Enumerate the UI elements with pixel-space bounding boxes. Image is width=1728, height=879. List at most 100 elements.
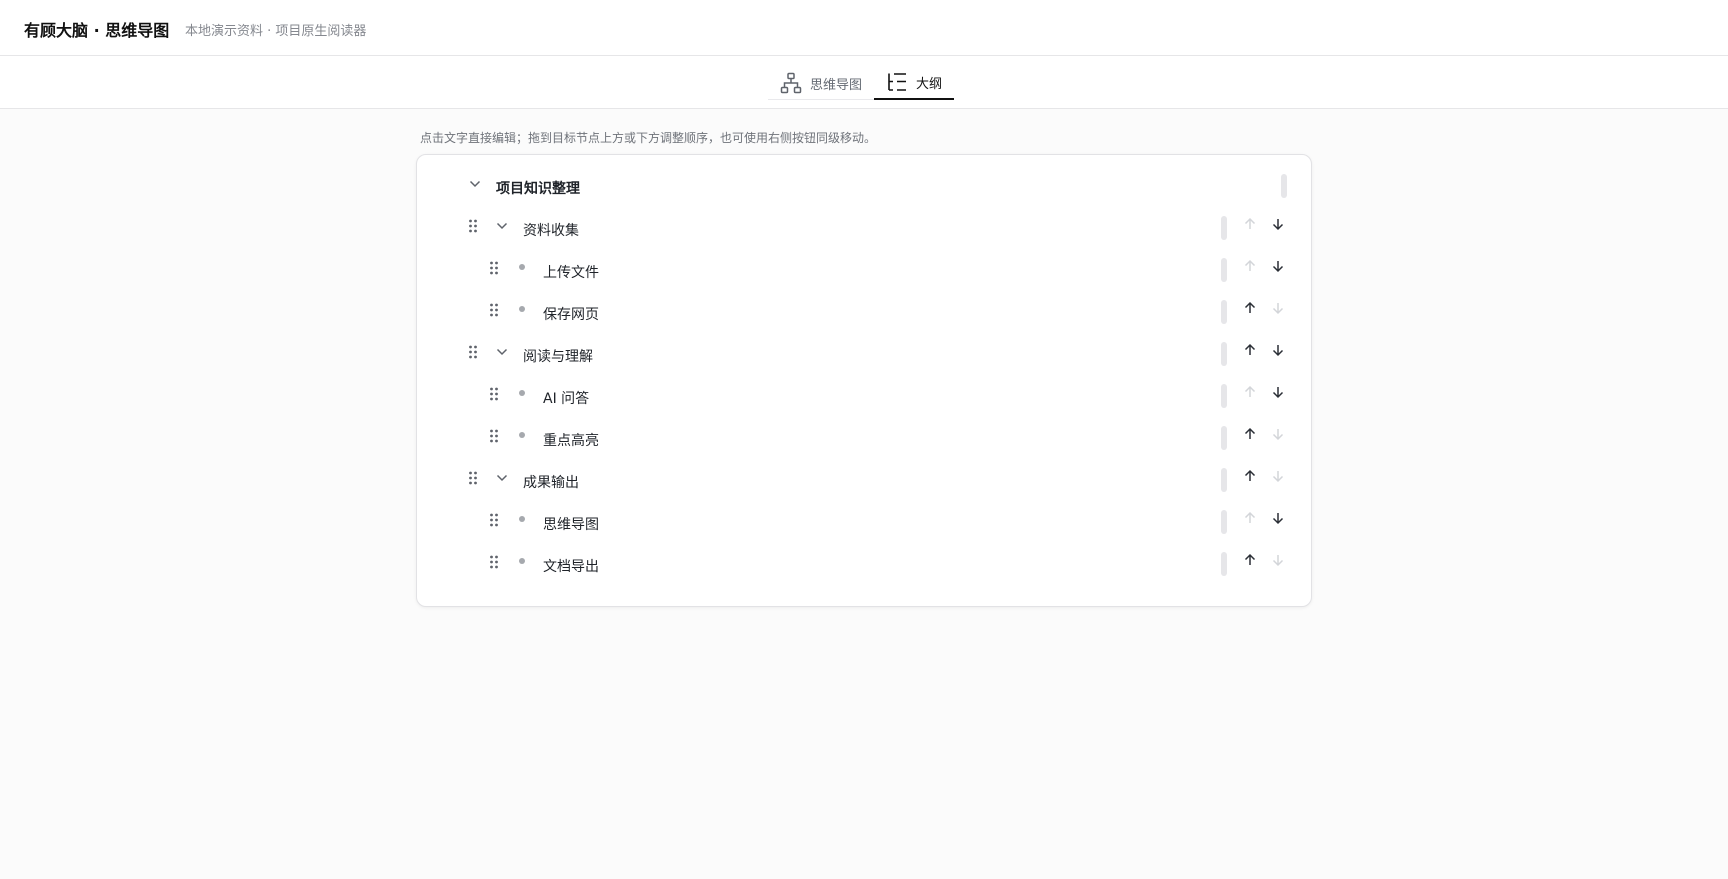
outline-item-row: 思维导图 bbox=[417, 502, 1313, 544]
outline-item-row: 保存网页 bbox=[417, 292, 1313, 334]
view-tab-bar: 思维导图 大纲 bbox=[0, 56, 1728, 109]
collapse-toggle[interactable] bbox=[494, 470, 510, 486]
app-title: 有顾大脑 · 思维导图 bbox=[24, 21, 170, 40]
arrow-down-icon bbox=[1272, 555, 1284, 567]
outline-item-row: AI 问答 bbox=[417, 376, 1313, 418]
collapse-toggle[interactable] bbox=[494, 218, 510, 234]
outline-item-label[interactable]: 保存网页 bbox=[543, 304, 599, 324]
arrow-up-icon bbox=[1244, 427, 1256, 439]
arrow-down-icon bbox=[1272, 513, 1284, 525]
move-up-button[interactable] bbox=[1241, 551, 1259, 569]
tab-outline-label: 大纲 bbox=[916, 76, 943, 92]
arrow-down-icon bbox=[1272, 387, 1284, 399]
row-handle[interactable] bbox=[1221, 384, 1227, 408]
row-handle[interactable] bbox=[1221, 258, 1227, 282]
arrow-up-icon bbox=[1244, 385, 1256, 397]
arrow-down-icon bbox=[1272, 303, 1284, 315]
collapse-toggle[interactable] bbox=[467, 176, 483, 192]
drag-handle-icon[interactable] bbox=[468, 344, 478, 362]
outline-item-label[interactable]: 重点高亮 bbox=[543, 430, 599, 450]
mindmap-icon bbox=[780, 72, 802, 94]
outline-root-row: 项目知识整理 bbox=[417, 166, 1313, 208]
tab-outline[interactable]: 大纲 bbox=[874, 66, 955, 100]
arrow-up-icon bbox=[1244, 553, 1256, 565]
move-up-button[interactable] bbox=[1241, 215, 1259, 233]
row-handle[interactable] bbox=[1221, 468, 1227, 492]
outline-group-label[interactable]: 资料收集 bbox=[523, 220, 579, 240]
move-down-button[interactable] bbox=[1269, 467, 1287, 485]
outline-group-label[interactable]: 成果输出 bbox=[523, 472, 579, 492]
arrow-up-icon bbox=[1244, 217, 1256, 229]
move-up-button[interactable] bbox=[1241, 341, 1259, 359]
tab-mindmap[interactable]: 思维导图 bbox=[768, 66, 874, 100]
outline-group-row: 阅读与理解 bbox=[417, 334, 1313, 376]
drag-handle-icon[interactable] bbox=[468, 218, 478, 236]
move-up-button[interactable] bbox=[1241, 383, 1259, 401]
row-handle[interactable] bbox=[1221, 510, 1227, 534]
move-up-button[interactable] bbox=[1241, 509, 1259, 527]
outline-item-label[interactable]: 思维导图 bbox=[543, 514, 599, 534]
move-down-button[interactable] bbox=[1269, 215, 1287, 233]
row-handle[interactable] bbox=[1221, 342, 1227, 366]
drag-handle-icon[interactable] bbox=[489, 428, 499, 446]
app-subtitle: 本地演示资料 · 项目原生阅读器 bbox=[185, 24, 367, 39]
row-handle[interactable] bbox=[1221, 216, 1227, 240]
bullet-dot bbox=[519, 390, 525, 396]
root-row-handle[interactable] bbox=[1281, 174, 1287, 198]
move-up-button[interactable] bbox=[1241, 257, 1259, 275]
drag-handle-icon[interactable] bbox=[489, 260, 499, 278]
bullet-dot bbox=[519, 264, 525, 270]
outline-item-label[interactable]: AI 问答 bbox=[543, 388, 589, 408]
move-down-button[interactable] bbox=[1269, 383, 1287, 401]
chevron-down-icon bbox=[496, 222, 508, 230]
outline-item-label[interactable]: 上传文件 bbox=[543, 262, 599, 282]
move-up-button[interactable] bbox=[1241, 299, 1259, 317]
arrow-up-icon bbox=[1244, 301, 1256, 313]
outline-item-row: 上传文件 bbox=[417, 250, 1313, 292]
drag-handle-icon[interactable] bbox=[489, 386, 499, 404]
top-bar: 有顾大脑 · 思维导图 本地演示资料 · 项目原生阅读器 bbox=[0, 0, 1728, 56]
view-tabs: 思维导图 大纲 bbox=[768, 66, 955, 100]
move-down-button[interactable] bbox=[1269, 509, 1287, 527]
arrow-up-icon bbox=[1244, 469, 1256, 481]
move-up-button[interactable] bbox=[1241, 425, 1259, 443]
arrow-down-icon bbox=[1272, 345, 1284, 357]
drag-handle-icon[interactable] bbox=[489, 302, 499, 320]
row-handle[interactable] bbox=[1221, 552, 1227, 576]
outline-hint: 点击文字直接编辑；拖到目标节点上方或下方调整顺序，也可使用右侧按钮同级移动。 bbox=[420, 131, 877, 145]
move-down-button[interactable] bbox=[1269, 341, 1287, 359]
collapse-toggle[interactable] bbox=[494, 344, 510, 360]
outline-group-row: 成果输出 bbox=[417, 460, 1313, 502]
tab-mindmap-label: 思维导图 bbox=[810, 77, 863, 93]
chevron-down-icon bbox=[496, 348, 508, 356]
arrow-down-icon bbox=[1272, 471, 1284, 483]
bullet-dot bbox=[519, 558, 525, 564]
row-handle[interactable] bbox=[1221, 300, 1227, 324]
drag-handle-icon[interactable] bbox=[489, 554, 499, 572]
outline-item-row: 重点高亮 bbox=[417, 418, 1313, 460]
move-down-button[interactable] bbox=[1269, 425, 1287, 443]
outline-panel: 项目知识整理 资料收集 上传文件 保存网页 阅读与理解 AI 问答 重点高亮 成… bbox=[416, 154, 1312, 607]
move-up-button[interactable] bbox=[1241, 467, 1259, 485]
arrow-down-icon bbox=[1272, 219, 1284, 231]
drag-handle-icon[interactable] bbox=[489, 512, 499, 530]
move-down-button[interactable] bbox=[1269, 299, 1287, 317]
bullet-dot bbox=[519, 516, 525, 522]
outline-group-label[interactable]: 阅读与理解 bbox=[523, 346, 593, 366]
move-down-button[interactable] bbox=[1269, 551, 1287, 569]
drag-handle-icon[interactable] bbox=[468, 470, 478, 488]
arrow-down-icon bbox=[1272, 429, 1284, 441]
chevron-down-icon bbox=[469, 180, 481, 188]
arrow-up-icon bbox=[1244, 343, 1256, 355]
move-down-button[interactable] bbox=[1269, 257, 1287, 275]
outline-item-row: 文档导出 bbox=[417, 544, 1313, 586]
row-handle[interactable] bbox=[1221, 426, 1227, 450]
arrow-up-icon bbox=[1244, 259, 1256, 271]
arrow-down-icon bbox=[1272, 261, 1284, 273]
outline-icon bbox=[886, 71, 908, 93]
arrow-up-icon bbox=[1244, 511, 1256, 523]
bullet-dot bbox=[519, 306, 525, 312]
bullet-dot bbox=[519, 432, 525, 438]
outline-item-label[interactable]: 文档导出 bbox=[543, 556, 599, 576]
outline-root-label[interactable]: 项目知识整理 bbox=[496, 178, 580, 198]
